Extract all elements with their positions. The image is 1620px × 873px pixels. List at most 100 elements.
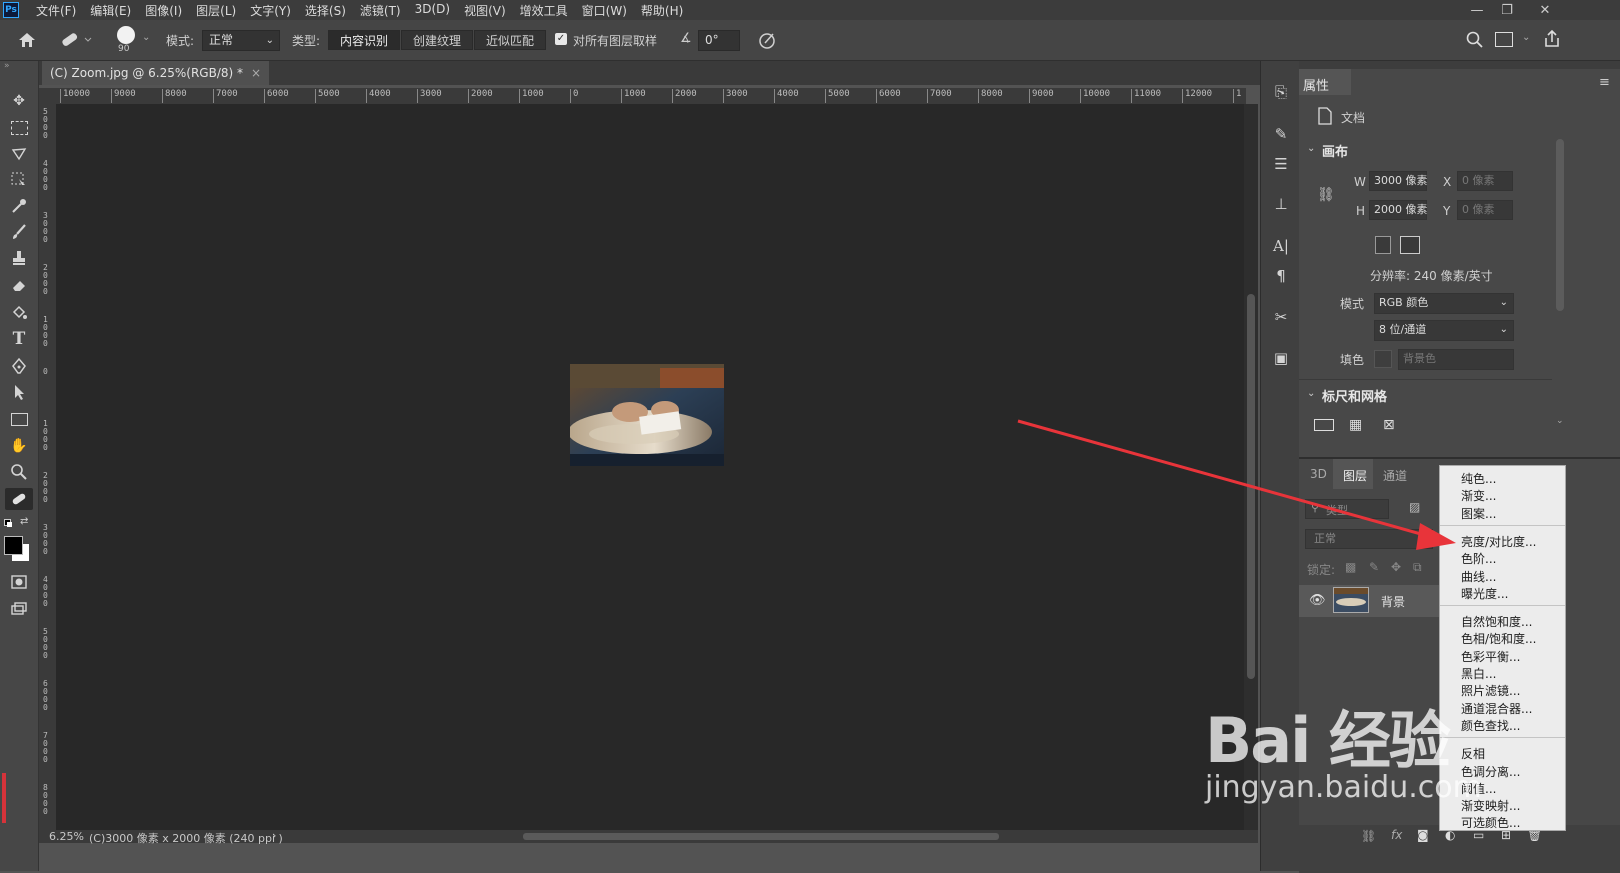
lock-artboard-icon[interactable]: ⧉ [1413,560,1422,575]
eye-icon[interactable]: 👁 [1309,593,1326,608]
object-selection-tool-icon[interactable] [5,169,33,191]
adjustment-menu-item[interactable]: 曲线... [1461,568,1496,585]
healing-brush-tool-icon[interactable] [5,488,33,510]
menu-item[interactable]: 图层(L) [189,2,243,19]
libraries-icon[interactable]: ▣ [1269,347,1293,369]
path-selection-tool-icon[interactable] [5,381,33,403]
lock-paint-icon[interactable]: ✎ [1369,560,1379,574]
brush-tool-icon[interactable] [5,221,33,243]
x-input[interactable]: 0 像素 [1457,171,1513,191]
menu-item[interactable]: 3D(D) [408,2,457,19]
adjustment-menu-item[interactable]: 反相 [1461,745,1485,762]
collapse-canvas-icon[interactable]: ⌄ [1307,143,1315,154]
paragraph-icon[interactable]: ¶ [1269,265,1293,287]
menu-item[interactable]: 视图(V) [457,2,513,19]
lock-pixels-icon[interactable]: ▩ [1345,560,1356,574]
share-icon[interactable] [1542,29,1562,49]
y-input[interactable]: 0 像素 [1457,200,1513,220]
link-dimensions-icon[interactable]: ⛓ [1317,187,1335,203]
filter-image-icon[interactable]: ▨ [1409,500,1420,514]
adjustment-menu-item[interactable]: 可选颜色... [1461,814,1520,831]
adjustments-sliders-icon[interactable]: ☰ [1269,153,1293,175]
mode-select[interactable]: 正常 ⌄ [202,30,280,51]
menu-item[interactable]: 增效工具 [513,2,575,19]
portrait-orientation-icon[interactable] [1375,236,1391,254]
adjustment-menu-item[interactable]: 颜色查找... [1461,717,1520,734]
adjustment-menu-item[interactable]: 纯色... [1461,470,1496,487]
proximity-match-button[interactable]: 近似匹配 [474,30,546,50]
menu-item[interactable]: 窗口(W) [575,2,634,19]
landscape-orientation-icon[interactable] [1400,236,1420,254]
zoom-level[interactable]: 6.25% [49,830,84,843]
adjustment-menu-item[interactable]: 色相/饱和度... [1461,630,1537,647]
brush-settings-icon[interactable]: ✎ [1269,123,1293,145]
adjustment-menu-item[interactable]: 黑白... [1461,665,1496,682]
clone-source-icon[interactable]: ⊥ [1269,193,1293,215]
adjustment-menu-item[interactable]: 曝光度... [1461,585,1508,602]
type-tool-icon[interactable]: T [5,328,33,350]
home-icon[interactable] [16,30,38,50]
fx-icon[interactable]: fx [1391,828,1402,842]
content-aware-button[interactable]: 内容识别 [328,30,400,50]
move-tool-icon[interactable]: ✥ [5,90,33,112]
zoom-tool-icon[interactable] [5,461,33,483]
panel-menu-icon[interactable]: ≡ [1599,75,1610,90]
add-mask-icon[interactable]: ◙ [1417,828,1429,842]
menu-item[interactable]: 文字(Y) [243,2,298,19]
search-icon[interactable] [1465,30,1485,50]
pressure-size-icon[interactable] [757,30,777,50]
history-icon[interactable]: ⎘ [1269,81,1293,103]
create-texture-button[interactable]: 创建纹理 [401,30,473,50]
tab-channels[interactable]: 通道 [1383,467,1407,484]
bit-depth-select[interactable]: 8 位/通道 ⌄ [1374,320,1514,341]
screen-mode-icon[interactable] [5,598,33,620]
swap-colors-icon[interactable]: ⇄ [20,516,28,527]
adjustment-menu-item[interactable]: 图案... [1461,505,1496,522]
workspace-icon[interactable] [1495,32,1513,47]
hand-tool-icon[interactable]: ✋ [5,435,33,457]
guides-toggle-icon[interactable]: ⊠ [1383,417,1395,433]
rectangle-tool-icon[interactable] [5,408,33,430]
menu-item[interactable]: 滤镜(T) [353,2,408,19]
close-button[interactable]: ✕ [1530,0,1560,20]
adjustment-menu-item[interactable]: 色彩平衡... [1461,648,1520,665]
chevron-down-icon[interactable]: ⌄ [142,32,150,43]
lock-position-icon[interactable]: ✥ [1391,560,1401,574]
tab-layers[interactable]: 图层 [1343,467,1367,484]
vertical-scroll-thumb[interactable] [1247,294,1255,679]
tab-3d[interactable]: 3D [1310,467,1327,481]
menu-item[interactable]: 文件(F) [29,2,83,19]
expand-icon[interactable]: » [4,61,10,71]
lasso-tool-icon[interactable] [5,143,33,165]
height-input[interactable]: 2000 像素 [1369,200,1428,220]
blend-mode-select[interactable]: 正常 [1305,529,1433,549]
adjustment-menu-item[interactable]: 自然饱和度... [1461,613,1532,630]
tool-presets-icon[interactable]: ✂ [1269,306,1293,328]
document-tab[interactable]: (C) Zoom.jpg @ 6.25%(RGB/8) * × [42,61,270,85]
menu-item[interactable]: 选择(S) [298,2,353,19]
spot-healing-brush-icon[interactable] [58,28,92,52]
width-input[interactable]: 3000 像素 [1369,171,1428,191]
scroll-down-icon[interactable]: ⌄ [1556,416,1564,426]
minimize-button[interactable]: — [1462,0,1492,20]
chevron-down-icon[interactable]: ⌄ [1522,32,1530,43]
quick-mask-icon[interactable] [5,571,33,593]
canvas-area[interactable] [56,104,1244,830]
eyedropper-tool-icon[interactable] [5,195,33,217]
menu-item[interactable]: 帮助(H) [634,2,690,19]
menu-item[interactable]: 编辑(E) [83,2,138,19]
adjustment-menu-item[interactable]: 渐变... [1461,487,1496,504]
eraser-tool-icon[interactable] [5,274,33,296]
collapse-rulers-icon[interactable]: ⌄ [1307,388,1315,399]
layer-filter-select[interactable]: ⚲ 类型 [1305,499,1389,519]
adjustment-menu-item[interactable]: 照片滤镜... [1461,682,1520,699]
fill-swatch[interactable] [1374,350,1392,368]
foreground-color-swatch[interactable] [4,536,23,555]
menu-item[interactable]: 图像(I) [138,2,189,19]
color-mode-select[interactable]: RGB 颜色 ⌄ [1374,293,1514,314]
chevron-right-icon[interactable]: › [272,829,276,842]
link-layers-icon[interactable]: ⛓ [1361,829,1376,843]
default-colors-icon[interactable] [4,519,12,527]
ruler-toggle-icon[interactable] [1314,419,1334,431]
brush-preview-icon[interactable] [117,26,135,44]
